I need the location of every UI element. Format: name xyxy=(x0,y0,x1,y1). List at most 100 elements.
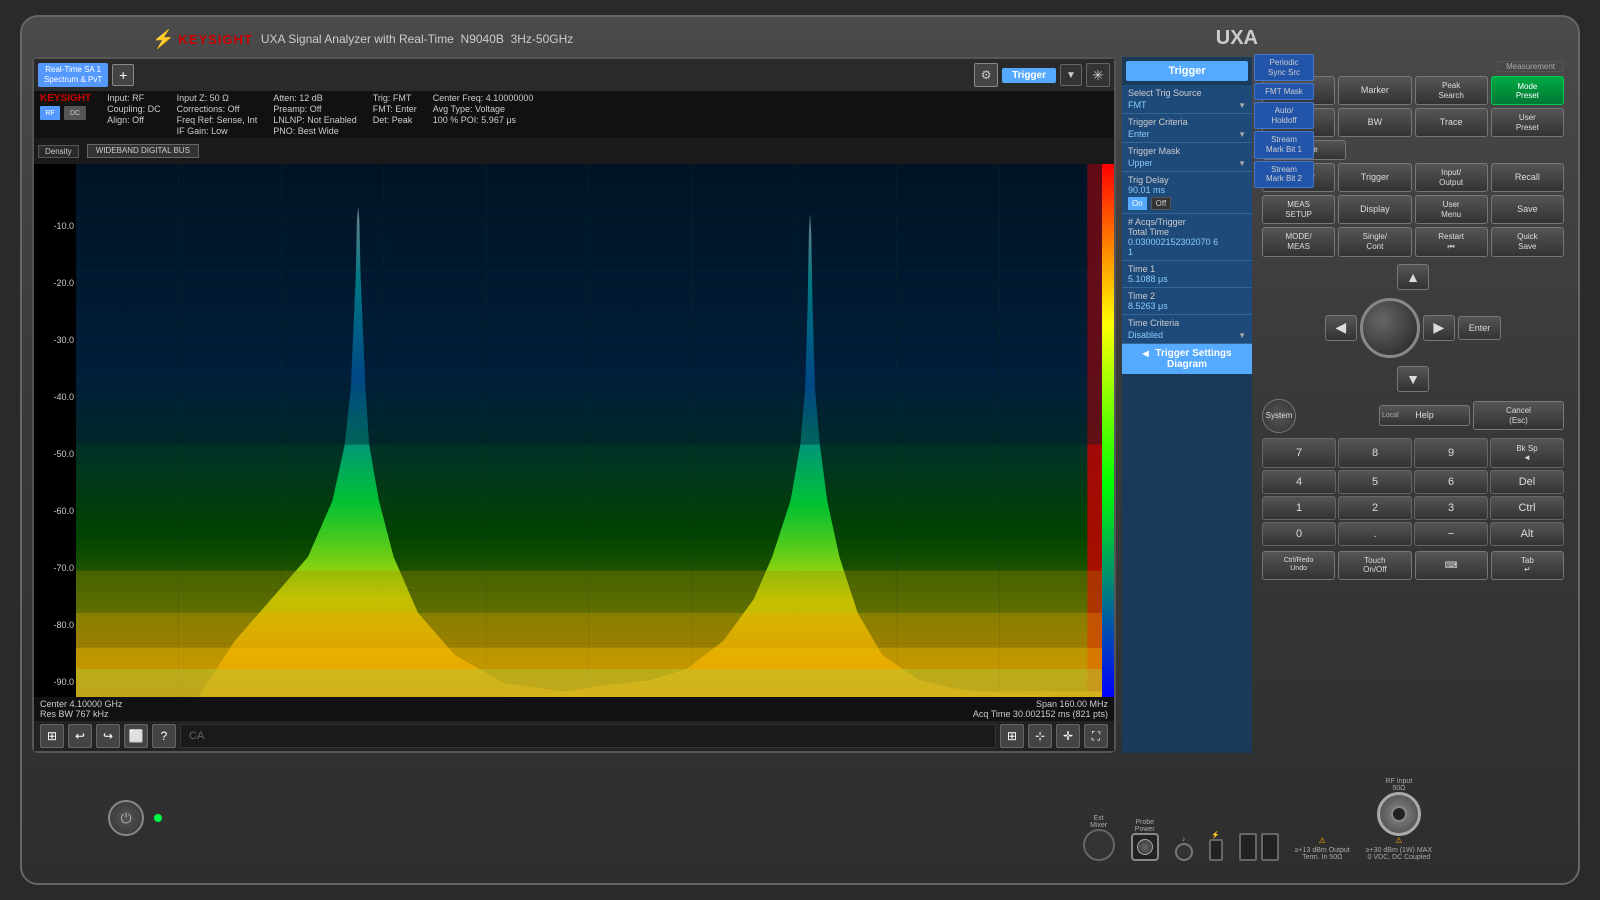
bottom-info: Center 4.10000 GHz Res BW 767 kHz Span 1… xyxy=(34,697,1114,721)
nav-left-button[interactable]: ◀ xyxy=(1325,315,1357,341)
nav-right-button[interactable]: ▶ xyxy=(1423,315,1455,341)
mode-meas-button[interactable]: MODE/MEAS xyxy=(1262,227,1335,256)
mode-preset-button[interactable]: ModePreset xyxy=(1491,76,1564,105)
top-bar: ⚡ KEYSIGHT UXA Signal Analyzer with Real… xyxy=(32,25,1568,53)
input-output-button[interactable]: Input/Output xyxy=(1415,163,1488,192)
time1-item[interactable]: Time 1 5.1088 μs xyxy=(1122,261,1252,288)
touch-button[interactable]: TouchOn/Off xyxy=(1338,551,1411,580)
usb-connector-1[interactable] xyxy=(1209,839,1223,861)
grid-button[interactable]: ⊞ xyxy=(1000,724,1024,748)
scroll-knob[interactable] xyxy=(1360,298,1420,358)
alt-button[interactable]: Alt xyxy=(1490,522,1564,546)
keyboard-button[interactable]: ⌨ xyxy=(1415,551,1488,580)
expand-button[interactable]: ⛶ xyxy=(1084,724,1108,748)
snowflake-icon[interactable]: ✳ xyxy=(1086,63,1110,87)
mode-button[interactable]: Real-Time SA 1 Spectrum & PvT xyxy=(38,63,108,86)
time-criteria-item[interactable]: Time Criteria Disabled ▼ xyxy=(1122,315,1252,344)
save-button[interactable]: Save xyxy=(1491,195,1564,224)
time2-item[interactable]: Time 2 8.5263 μs xyxy=(1122,288,1252,315)
peak-search-button[interactable]: PeakSearch xyxy=(1415,76,1488,105)
undo-button[interactable]: ↩ xyxy=(68,724,92,748)
cursor-button[interactable]: ⊹ xyxy=(1028,724,1052,748)
undo-ctrl-button[interactable]: Ctrl/RedoUndo xyxy=(1262,551,1335,580)
periodic-sync-button[interactable]: PeriodicSync Src xyxy=(1254,54,1314,81)
user-preset-button[interactable]: UserPreset xyxy=(1491,108,1564,137)
y-label-6: -60.0 xyxy=(36,506,74,516)
bw-button[interactable]: BW xyxy=(1338,108,1411,137)
settings-icon[interactable]: ⚙ xyxy=(974,63,998,87)
spacer-2 xyxy=(1422,140,1492,160)
minus-button[interactable]: − xyxy=(1414,522,1488,546)
marker-button[interactable]: Marker xyxy=(1338,76,1411,105)
backspace-button[interactable]: Bk Sp◄ xyxy=(1490,438,1564,468)
decimal-button[interactable]: . xyxy=(1338,522,1412,546)
display-button[interactable]: Display xyxy=(1338,195,1411,224)
probe-power-connector[interactable] xyxy=(1131,833,1159,861)
power-button[interactable]: ⏻ xyxy=(108,800,144,836)
ext-mixer-connector[interactable] xyxy=(1083,829,1115,861)
usb-port-1[interactable] xyxy=(1239,833,1257,861)
ifgain-info: IF Gain: Low xyxy=(177,126,258,136)
trig-on-button[interactable]: On xyxy=(1128,197,1147,210)
single-cont-button[interactable]: Single/Cont xyxy=(1338,227,1411,256)
add-window-button[interactable]: + xyxy=(112,64,134,86)
probe-power-group: ProbePower xyxy=(1131,817,1159,861)
y-label-5: -50.0 xyxy=(36,449,74,459)
usb-port-2[interactable] xyxy=(1261,833,1279,861)
redo-button[interactable]: ↪ xyxy=(96,724,120,748)
num-8[interactable]: 8 xyxy=(1338,438,1412,468)
trigger-button[interactable]: Trigger xyxy=(1338,163,1411,192)
stream-mark1-button[interactable]: StreamMark Bit 1 xyxy=(1254,131,1314,158)
rf-input-connector[interactable] xyxy=(1377,792,1421,836)
nav-top-row: ▲ xyxy=(1397,264,1429,290)
windows-button[interactable]: ⊞ xyxy=(40,724,64,748)
info-group-5: Center Freq: 4.10000000 Avg Type: Voltag… xyxy=(433,93,534,125)
trigger-header-button[interactable]: Trigger xyxy=(1002,68,1056,83)
time2-value: 8.5263 μs xyxy=(1128,301,1246,311)
headphone-connector[interactable] xyxy=(1175,843,1193,861)
density-dropdown[interactable]: Density xyxy=(38,145,79,158)
num-9[interactable]: 9 xyxy=(1414,438,1488,468)
user-menu-button[interactable]: UserMenu xyxy=(1415,195,1488,224)
recall-button[interactable]: Recall xyxy=(1491,163,1564,192)
window-button[interactable]: ⬜ xyxy=(124,724,148,748)
acqs-trigger-item[interactable]: # Acqs/Trigger Total Time 0.030002152302… xyxy=(1122,214,1252,261)
trace-button[interactable]: Trace xyxy=(1415,108,1488,137)
meas-setup-button[interactable]: MEASSETUP xyxy=(1262,195,1335,224)
trigger-settings-diagram[interactable]: ◀ Trigger SettingsDiagram xyxy=(1122,344,1252,374)
trig-delay-item[interactable]: Trig Delay 90.01 ms On Off xyxy=(1122,172,1252,214)
system-button[interactable]: System xyxy=(1262,399,1296,433)
trig-criteria-item[interactable]: Trigger Criteria Enter ▼ xyxy=(1122,114,1252,143)
quick-save-button[interactable]: QuickSave xyxy=(1491,227,1564,256)
nav-section: ▲ ◀ ▶ Enter ▼ xyxy=(1262,264,1564,392)
enter-button[interactable]: Enter xyxy=(1458,316,1502,340)
num-0[interactable]: 0 xyxy=(1262,522,1336,546)
nav-down-button[interactable]: ▼ xyxy=(1397,366,1429,392)
trig-source-item[interactable]: Select Trig Source FMT ▼ xyxy=(1122,85,1252,114)
num-7[interactable]: 7 xyxy=(1262,438,1336,468)
cancel-button[interactable]: Cancel(Esc) xyxy=(1473,401,1564,430)
restart-button[interactable]: Restart⏮ xyxy=(1415,227,1488,256)
stream-mark2-button[interactable]: StreamMark Bit 2 xyxy=(1254,161,1314,188)
trig-off-button[interactable]: Off xyxy=(1151,197,1172,210)
crosshair-button[interactable]: ✛ xyxy=(1056,724,1080,748)
trig-source-arrow: ▼ xyxy=(1238,101,1246,110)
trigger-main-button[interactable]: Trigger xyxy=(1126,61,1248,81)
num-5[interactable]: 5 xyxy=(1338,470,1412,494)
trig-mask-item[interactable]: Trigger Mask Upper ▼ xyxy=(1122,143,1252,172)
del-button[interactable]: Del xyxy=(1490,470,1564,494)
ctrl-button[interactable]: Ctrl xyxy=(1490,496,1564,520)
nav-up-button[interactable]: ▲ xyxy=(1397,264,1429,290)
fmt-mask-button[interactable]: FMT Mask xyxy=(1254,83,1314,100)
num-1[interactable]: 1 xyxy=(1262,496,1336,520)
time1-value: 5.1088 μs xyxy=(1128,274,1246,284)
num-6[interactable]: 6 xyxy=(1414,470,1488,494)
trigger-dropdown-icon[interactable]: ▼ xyxy=(1060,64,1082,86)
auto-holdoff-button[interactable]: Auto/Holdoff xyxy=(1254,102,1314,129)
measurement-label: Measurement xyxy=(1497,61,1564,72)
num-4[interactable]: 4 xyxy=(1262,470,1336,494)
help-button[interactable]: ? xyxy=(152,724,176,748)
tab-button[interactable]: Tab↵ xyxy=(1491,551,1564,580)
num-2[interactable]: 2 xyxy=(1338,496,1412,520)
num-3[interactable]: 3 xyxy=(1414,496,1488,520)
